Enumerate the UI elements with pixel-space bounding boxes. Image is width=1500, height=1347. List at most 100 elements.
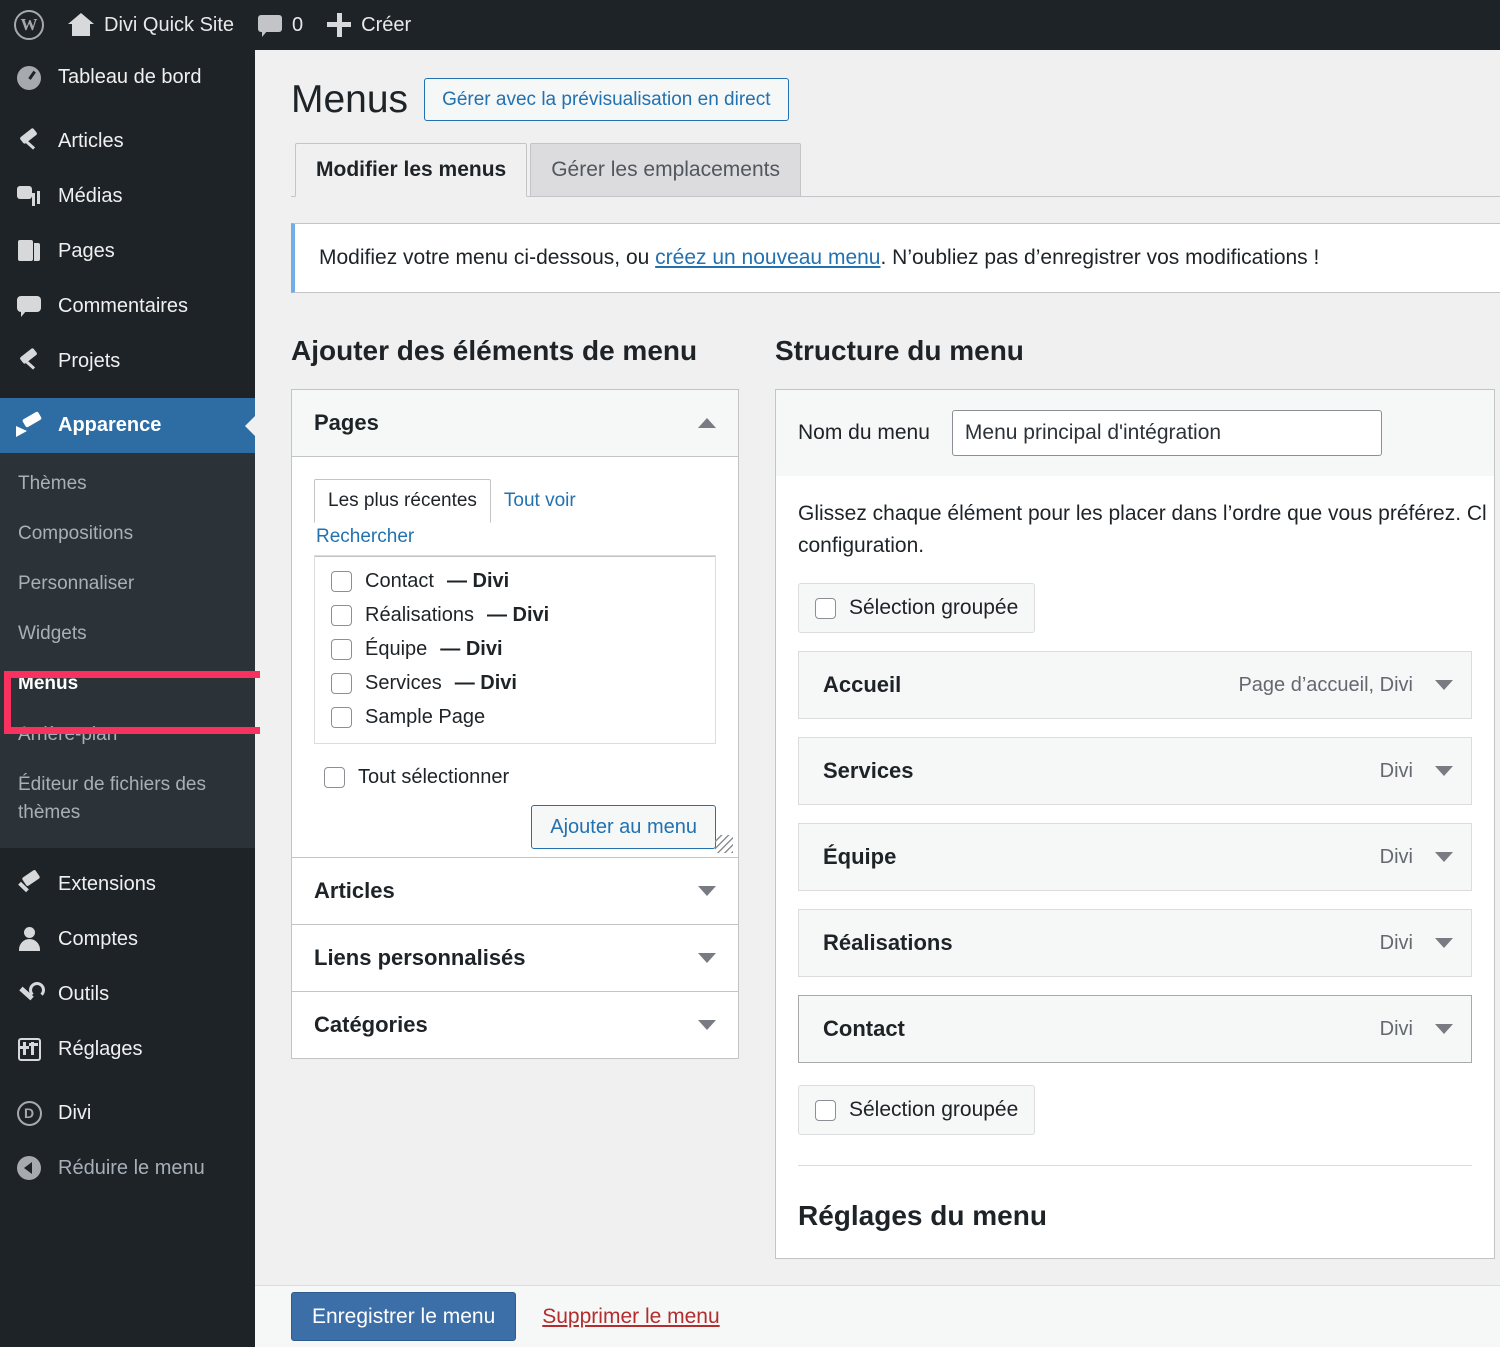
checkbox[interactable] <box>815 597 836 619</box>
menu-name-bar: Nom du menu <box>775 389 1495 476</box>
list-item[interactable]: Services — Divi <box>331 672 699 695</box>
chevron-down-icon[interactable] <box>698 886 716 896</box>
sidebar-item-label: Extensions <box>58 872 156 895</box>
checkbox[interactable] <box>324 767 345 788</box>
pages-checklist: Contact — Divi Réalisations — Divi Équip… <box>314 555 716 744</box>
chevron-down-icon[interactable] <box>1435 766 1453 776</box>
tab-modifier-les-menus[interactable]: Modifier les menus <box>295 143 528 197</box>
collapse-menu-button[interactable]: Réduire le menu <box>0 1141 255 1196</box>
list-item[interactable]: Réalisations — Divi <box>331 604 699 627</box>
chevron-down-icon[interactable] <box>1435 1024 1453 1034</box>
pages-subtabs: Les plus récentes Tout voir Rechercher <box>314 479 716 557</box>
table-row[interactable]: Services Divi <box>798 737 1472 805</box>
dashboard-icon <box>14 65 44 90</box>
list-item[interactable]: Équipe — Divi <box>331 638 699 661</box>
pages-panel-header[interactable]: Pages <box>292 390 738 457</box>
sticky-footer-bar: Enregistrer le menu Supprimer le menu <box>255 1285 1500 1347</box>
wordpress-logo-button[interactable] <box>0 0 56 50</box>
manage-with-live-preview-button[interactable]: Gérer avec la prévisualisation en direct <box>424 78 789 121</box>
site-name-button[interactable]: Divi Quick Site <box>56 0 246 50</box>
submenu-item-themes[interactable]: Thèmes <box>0 459 255 509</box>
sidebar-item-pages[interactable]: Pages <box>0 224 255 279</box>
menu-settings-title: Réglages du menu <box>798 1200 1047 1231</box>
chevron-down-icon[interactable] <box>698 953 716 963</box>
comments-button[interactable]: 0 <box>246 0 315 50</box>
chevron-down-icon[interactable] <box>698 1020 716 1030</box>
articles-panel-header[interactable]: Articles <box>292 858 738 924</box>
select-all-pages[interactable]: Tout sélectionner <box>324 766 716 789</box>
save-menu-button[interactable]: Enregistrer le menu <box>291 1292 517 1341</box>
menu-structure-body: Glissez chaque élément pour les placer d… <box>775 476 1495 1259</box>
chevron-up-icon[interactable] <box>698 418 716 428</box>
checkbox[interactable] <box>815 1099 836 1121</box>
delete-menu-link[interactable]: Supprimer le menu <box>542 1305 719 1329</box>
table-row[interactable]: Réalisations Divi <box>798 909 1472 977</box>
table-row[interactable]: Contact Divi <box>798 995 1472 1063</box>
categories-panel-header[interactable]: Catégories <box>292 992 738 1058</box>
user-icon <box>14 927 44 952</box>
chevron-down-icon[interactable] <box>1435 680 1453 690</box>
subtab-rechercher[interactable]: Rechercher <box>314 522 716 556</box>
pages-panel: Pages Les plus récentes Tout voir Recher… <box>291 389 739 858</box>
articles-panel: Articles <box>291 858 739 925</box>
list-item[interactable]: Contact — Divi <box>331 570 699 593</box>
page-name: Contact <box>365 570 434 592</box>
home-icon <box>68 13 94 37</box>
sidebar-item-dashboard[interactable]: Tableau de bord <box>0 50 255 105</box>
bulk-select-label: Sélection groupée <box>849 596 1019 619</box>
menu-item-label: Réalisations <box>823 930 953 955</box>
checkbox[interactable] <box>331 605 352 626</box>
sidebar-item-label: Divi <box>58 1101 92 1124</box>
submenu-item-menus[interactable]: Menus <box>0 659 255 709</box>
custom-links-panel-header[interactable]: Liens personnalisés <box>292 925 738 991</box>
submenu-item-widgets[interactable]: Widgets <box>0 609 255 659</box>
sidebar-item-label: Apparence <box>58 414 162 436</box>
pages-panel-title: Pages <box>314 410 379 435</box>
add-menu-items-column: Ajouter des éléments de menu Pages Les p… <box>291 335 739 1259</box>
bulk-select-top[interactable]: Sélection groupée <box>798 583 1036 633</box>
sidebar-item-apparence[interactable]: Apparence <box>0 398 255 453</box>
table-row[interactable]: Équipe Divi <box>798 823 1472 891</box>
bulk-select-bottom[interactable]: Sélection groupée <box>798 1085 1036 1135</box>
new-content-button[interactable]: Créer <box>315 0 423 50</box>
checkbox[interactable] <box>331 639 352 660</box>
tab-gerer-les-emplacements[interactable]: Gérer les emplacements <box>530 143 801 196</box>
chevron-down-icon[interactable] <box>1435 938 1453 948</box>
resize-grip-icon[interactable] <box>715 835 733 853</box>
sidebar-item-medias[interactable]: Médias <box>0 169 255 224</box>
comment-bubble-icon <box>258 14 283 37</box>
menu-item-meta: Page d’accueil, Divi <box>1238 673 1413 696</box>
checkbox[interactable] <box>331 707 352 728</box>
submenu-item-editeur-fichiers-themes[interactable]: Éditeur de fichiers des thèmes <box>0 760 255 838</box>
plug-icon <box>14 872 44 896</box>
list-item[interactable]: Sample Page <box>331 706 699 729</box>
sidebar-item-divi[interactable]: Divi <box>0 1086 255 1141</box>
menu-tabs: Modifier les menus Gérer les emplacement… <box>291 143 1500 197</box>
create-new-menu-link[interactable]: créez un nouveau menu <box>655 246 880 269</box>
sidebar-item-projets[interactable]: Projets <box>0 334 255 389</box>
subtab-les-plus-recentes[interactable]: Les plus récentes <box>314 479 491 523</box>
submenu-item-personnaliser[interactable]: Personnaliser <box>0 559 255 609</box>
structure-title: Structure du menu <box>775 335 1024 366</box>
sidebar-item-label: Médias <box>58 185 123 207</box>
sidebar-item-commentaires[interactable]: Commentaires <box>0 279 255 334</box>
sidebar-item-comptes[interactable]: Comptes <box>0 912 255 967</box>
checkbox[interactable] <box>331 571 352 592</box>
chevron-down-icon[interactable] <box>1435 852 1453 862</box>
submenu-item-compositions[interactable]: Compositions <box>0 509 255 559</box>
categories-panel-title: Catégories <box>314 1012 428 1037</box>
checkbox[interactable] <box>331 673 352 694</box>
menu-name-input[interactable] <box>951 410 1382 456</box>
sidebar-item-reglages[interactable]: Réglages <box>0 1022 255 1077</box>
admin-bar: Divi Quick Site 0 Créer <box>0 0 1500 50</box>
page-suffix: — Divi <box>454 672 517 694</box>
sidebar-item-outils[interactable]: Outils <box>0 967 255 1022</box>
submenu-item-arriere-plan[interactable]: Arrière-plan <box>0 710 255 760</box>
divider <box>798 1165 1472 1166</box>
sidebar-item-articles[interactable]: Articles <box>0 114 255 169</box>
table-row[interactable]: Accueil Page d’accueil, Divi <box>798 651 1472 719</box>
notice-text-after: . N’oubliez pas d’enregistrer vos modifi… <box>880 246 1320 269</box>
subtab-tout-voir[interactable]: Tout voir <box>491 480 589 522</box>
add-to-menu-button[interactable]: Ajouter au menu <box>531 805 716 849</box>
sidebar-item-extensions[interactable]: Extensions <box>0 857 255 912</box>
